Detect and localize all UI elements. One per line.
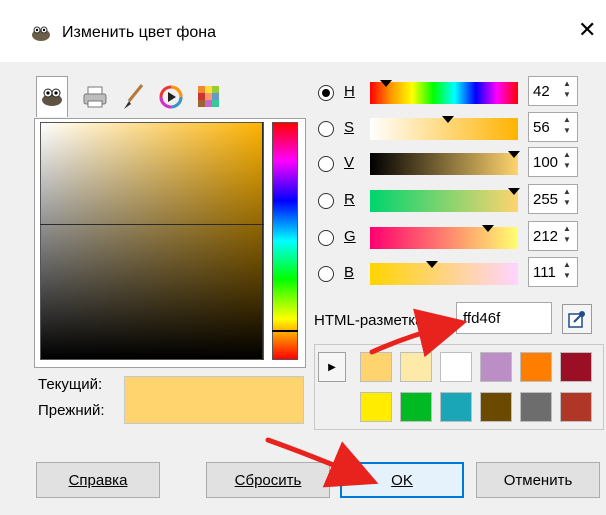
triangle-right-icon: ▶ — [328, 361, 336, 373]
channel-label-s: S — [344, 119, 355, 136]
tab-palette-selector[interactable] — [194, 78, 224, 116]
printer-icon — [83, 86, 107, 108]
hue-strip[interactable] — [272, 122, 298, 360]
sv-crosshair-horizontal — [40, 224, 264, 225]
radio-h-dot — [322, 89, 330, 97]
history-swatch[interactable] — [560, 352, 592, 382]
history-swatch[interactable] — [440, 352, 472, 382]
history-swatch[interactable] — [480, 392, 512, 422]
slider-v[interactable] — [370, 153, 518, 175]
channel-label-h: H — [344, 83, 355, 100]
spin-v-arrows[interactable]: ▲ ▼ — [556, 149, 578, 177]
hue-marker — [272, 330, 298, 332]
radio-r[interactable] — [318, 193, 334, 209]
slider-b-knob[interactable] — [426, 261, 438, 268]
tab-gimp-selector[interactable] — [36, 76, 68, 117]
cancel-button[interactable]: Отменить — [476, 462, 600, 498]
spin-b-arrows[interactable]: ▲ ▼ — [556, 259, 578, 287]
html-notation-label: HTML-разметка: — [314, 312, 428, 329]
spin-r-arrows[interactable]: ▲ ▼ — [556, 186, 578, 214]
hex-input[interactable] — [456, 302, 552, 334]
ok-button-label: OK — [391, 471, 413, 489]
history-swatch[interactable] — [440, 392, 472, 422]
window-title: Изменить цвет фона — [62, 24, 217, 41]
slider-h-knob[interactable] — [380, 80, 392, 87]
history-swatch[interactable] — [360, 392, 392, 422]
slider-r-knob[interactable] — [508, 188, 520, 195]
history-swatch[interactable] — [400, 352, 432, 382]
channel-label-g: G — [344, 228, 356, 245]
history-swatch[interactable] — [560, 392, 592, 422]
channel-label-r: R — [344, 191, 355, 208]
spin-s-arrows[interactable]: ▲ ▼ — [556, 114, 578, 142]
history-swatch[interactable] — [360, 352, 392, 382]
palette-icon — [198, 86, 219, 107]
history-swatch[interactable] — [520, 352, 552, 382]
radio-s[interactable] — [318, 121, 334, 137]
wilber-icon — [42, 88, 62, 106]
help-button[interactable]: Справка — [36, 462, 160, 498]
current-color-swatch — [124, 376, 304, 424]
tab-wheel-selector[interactable] — [156, 78, 186, 116]
slider-b[interactable] — [370, 263, 518, 285]
history-swatch[interactable] — [400, 392, 432, 422]
tab-watercolor-selector[interactable] — [118, 78, 148, 116]
reset-button-label: Сбросить — [234, 471, 302, 489]
radio-b[interactable] — [318, 266, 334, 282]
color-picker-button[interactable] — [562, 304, 592, 334]
radio-v[interactable] — [318, 156, 334, 172]
slider-s-knob[interactable] — [442, 116, 454, 123]
sv-crosshair-vertical — [262, 122, 263, 360]
tab-cmyk-selector[interactable] — [80, 78, 110, 116]
spin-h-arrows[interactable]: ▲ ▼ — [556, 78, 578, 106]
gimp-app-icon — [32, 26, 50, 41]
radio-g[interactable] — [318, 230, 334, 246]
slider-v-knob[interactable] — [508, 151, 520, 158]
channel-label-v: V — [344, 154, 355, 171]
close-icon[interactable]: ✕ — [578, 20, 596, 42]
slider-g[interactable] — [370, 227, 518, 249]
history-swatch[interactable] — [480, 352, 512, 382]
slider-h[interactable] — [370, 82, 518, 104]
color-wheel-icon — [159, 85, 183, 109]
brush-icon — [124, 84, 144, 109]
reset-button[interactable]: Сбросить — [206, 462, 330, 498]
cancel-button-label: Отменить — [503, 471, 573, 489]
ok-button[interactable]: OK — [340, 462, 464, 498]
previous-color-label: Прежний: — [38, 402, 105, 419]
channel-label-b: B — [344, 264, 355, 281]
eyedropper-icon — [568, 311, 585, 328]
help-button-label: Справка — [68, 471, 128, 489]
spin-g-arrows[interactable]: ▲ ▼ — [556, 223, 578, 251]
saturation-value-square[interactable] — [40, 122, 264, 360]
slider-r[interactable] — [370, 190, 518, 212]
current-color-label: Текущий: — [38, 376, 103, 393]
history-swatch[interactable] — [520, 392, 552, 422]
history-menu-button[interactable]: ▶ — [318, 352, 346, 382]
slider-g-knob[interactable] — [482, 225, 494, 232]
